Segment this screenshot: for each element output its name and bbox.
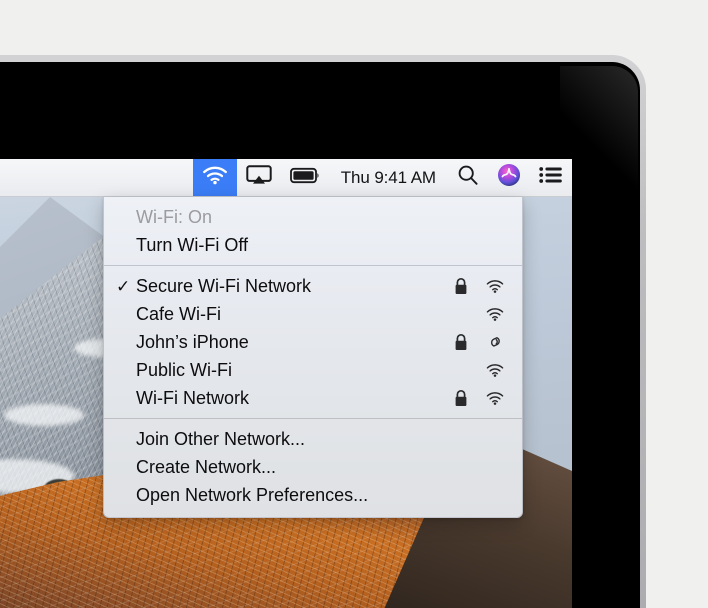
lock-icon	[452, 332, 470, 352]
toggle-wifi-menu-item[interactable]: Turn Wi-Fi Off	[104, 231, 522, 259]
notification-center-menu-bar-item[interactable]	[530, 159, 572, 196]
network-row[interactable]: Public Wi-Fi	[104, 356, 522, 384]
menu-bar: Thu 9:41 AM	[0, 159, 572, 197]
network-row[interactable]: John’s iPhone	[104, 328, 522, 356]
airplay-menu-bar-item[interactable]	[237, 159, 281, 196]
siri-menu-bar-item[interactable]	[488, 159, 530, 196]
notification-center-icon	[539, 166, 563, 189]
personal-hotspot-icon	[486, 332, 504, 352]
toggle-wifi-label: Turn Wi-Fi Off	[136, 234, 248, 255]
open-network-preferences-menu-item[interactable]: Open Network Preferences...	[104, 481, 522, 509]
menu-bar-clock[interactable]: Thu 9:41 AM	[329, 168, 448, 188]
wifi-dropdown-menu: Wi-Fi: On Turn Wi-Fi Off ✓ Secure Wi-Fi …	[103, 197, 523, 518]
network-name: Public Wi-Fi	[136, 359, 233, 380]
screenshot-stage: Thu 9:41 AM Wi-Fi: On Turn Wi-Fi Off ✓ S…	[0, 0, 708, 608]
wifi-menu-bar-item[interactable]	[192, 159, 237, 196]
lock-icon-placeholder	[452, 360, 470, 380]
battery-icon	[289, 167, 320, 189]
network-row-icons	[452, 332, 504, 352]
join-other-network-menu-item[interactable]: Join Other Network...	[104, 425, 522, 453]
network-row[interactable]: Cafe Wi-Fi	[104, 300, 522, 328]
network-name: John’s iPhone	[136, 331, 249, 352]
network-name: Wi-Fi Network	[136, 387, 249, 408]
network-name: Secure Wi-Fi Network	[136, 275, 312, 296]
network-row-icons	[452, 276, 504, 296]
wifi-signal-icon	[486, 360, 504, 380]
airplay-icon	[246, 165, 272, 190]
network-row[interactable]: Wi-Fi Network	[104, 384, 522, 412]
wifi-status-row: Wi-Fi: On	[104, 203, 522, 231]
network-row[interactable]: ✓ Secure Wi-Fi Network	[104, 272, 522, 300]
create-network-menu-item[interactable]: Create Network...	[104, 453, 522, 481]
wifi-signal-icon	[486, 304, 504, 324]
menu-bar-app-menus	[0, 159, 193, 196]
search-icon	[457, 164, 479, 191]
battery-menu-bar-item[interactable]	[281, 159, 329, 196]
wifi-signal-icon	[486, 276, 504, 296]
network-row-icons	[452, 304, 504, 324]
menu-bar-status-items: Thu 9:41 AM	[192, 159, 572, 196]
network-row-icons	[452, 388, 504, 408]
connected-checkmark-icon: ✓	[116, 276, 131, 296]
menu-separator	[104, 265, 522, 266]
menu-separator	[104, 418, 522, 419]
wallpaper-snow-patch	[4, 404, 84, 426]
siri-icon	[497, 163, 521, 192]
spotlight-menu-bar-item[interactable]	[448, 159, 488, 196]
wifi-signal-icon	[486, 388, 504, 408]
join-other-network-label: Join Other Network...	[136, 428, 306, 449]
wifi-status-label: Wi-Fi: On	[136, 206, 212, 227]
lock-icon	[452, 276, 470, 296]
network-row-icons	[452, 360, 504, 380]
create-network-label: Create Network...	[136, 456, 277, 477]
display-screen: Thu 9:41 AM Wi-Fi: On Turn Wi-Fi Off ✓ S…	[0, 159, 572, 608]
network-name: Cafe Wi-Fi	[136, 303, 221, 324]
wifi-icon	[202, 166, 228, 190]
lock-icon-placeholder	[452, 304, 470, 324]
open-network-preferences-label: Open Network Preferences...	[136, 484, 369, 505]
lock-icon	[452, 388, 470, 408]
